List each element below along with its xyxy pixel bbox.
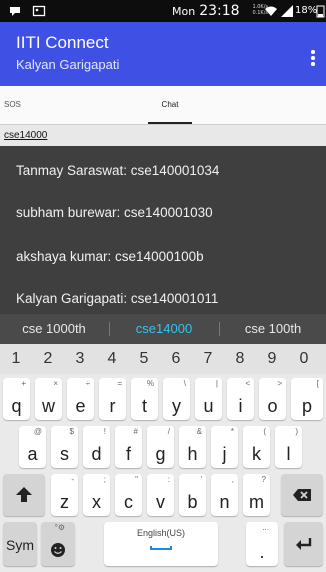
backspace-key[interactable]: [281, 474, 323, 516]
key-z[interactable]: -z: [51, 474, 78, 516]
tab-sos[interactable]: SOS: [0, 86, 30, 124]
key-a[interactable]: @ a: [19, 426, 46, 468]
message-item: Kalyan Garigapati: cse140001011: [16, 291, 219, 306]
tab-bar: SOS Chat: [0, 86, 326, 124]
key-h[interactable]: & h: [179, 426, 206, 468]
key-7[interactable]: 7: [192, 344, 224, 374]
overflow-menu-icon[interactable]: [308, 50, 318, 70]
language-label: English(US): [136, 528, 185, 538]
key-m[interactable]: ? m: [243, 474, 270, 516]
suggestion-bar: cse 1000th cse14000 cse 100th: [0, 314, 326, 344]
suggestion-item[interactable]: cse 100th: [220, 314, 326, 344]
key-t[interactable]: % t: [131, 378, 158, 420]
emoji-icon: [51, 543, 65, 557]
message-item: subham burewar: cse140001030: [16, 205, 213, 220]
key-j[interactable]: * j: [211, 426, 238, 468]
backspace-icon: [293, 489, 311, 501]
battery-percent: 18%: [295, 5, 318, 16]
key-r[interactable]: = r: [99, 378, 126, 420]
shift-icon: [16, 487, 32, 502]
key-b[interactable]: ' b: [179, 474, 206, 516]
tab-chat[interactable]: Chat: [120, 86, 220, 124]
key-e[interactable]: ÷ e: [67, 378, 94, 420]
suggestion-item[interactable]: cse 1000th: [0, 314, 108, 344]
app-title: IITI Connect: [16, 33, 109, 52]
wifi-icon: [265, 6, 277, 16]
key-8[interactable]: 8: [224, 344, 256, 374]
key-o[interactable]: > o: [259, 378, 286, 420]
key-n[interactable]: ,n: [211, 474, 238, 516]
message-item: akshaya kumar: cse14000100b: [16, 249, 204, 264]
key-4[interactable]: 4: [96, 344, 128, 374]
key-c[interactable]: " c: [115, 474, 142, 516]
key-2[interactable]: 2: [32, 344, 64, 374]
key-k[interactable]: (k: [243, 426, 270, 468]
key-1[interactable]: 1: [0, 344, 32, 374]
key-w[interactable]: × w: [35, 378, 62, 420]
message-list: Tanmay Saraswat: cse140001034 subham bur…: [0, 146, 326, 314]
key-s[interactable]: $ s: [51, 426, 78, 468]
status-day: Mon: [172, 5, 196, 18]
period-key[interactable]: ... .: [246, 522, 278, 566]
key-f[interactable]: # f: [115, 426, 142, 468]
key-u[interactable]: | u: [195, 378, 222, 420]
emoji-key[interactable]: °⚙: [41, 522, 75, 566]
key-d[interactable]: ! d: [83, 426, 110, 468]
enter-key[interactable]: [284, 522, 323, 566]
key-6[interactable]: 6: [160, 344, 192, 374]
mic-settings-hint: °⚙: [54, 523, 65, 532]
app-subtitle: Kalyan Garigapati: [16, 57, 120, 72]
group-header: cse14000: [0, 124, 326, 146]
status-bar: Mon 23:18 1.0K/s 0.1K/s 18%: [0, 0, 326, 22]
battery-icon: [316, 5, 325, 18]
keyboard: cse 1000th cse14000 cse 100th 1 2 3 4 5 …: [0, 314, 326, 572]
key-3[interactable]: 3: [64, 344, 96, 374]
message-item: Tanmay Saraswat: cse140001034: [16, 163, 220, 178]
enter-icon: [296, 538, 312, 550]
key-l[interactable]: ) l: [275, 426, 302, 468]
chat-bubble-icon: [10, 7, 20, 16]
suggestion-item-selected[interactable]: cse14000: [110, 314, 218, 344]
key-g[interactable]: / g: [147, 426, 174, 468]
image-icon: [32, 5, 46, 17]
key-p[interactable]: [p: [291, 378, 323, 420]
app-bar: IITI Connect Kalyan Garigapati: [0, 22, 326, 86]
key-5[interactable]: 5: [128, 344, 160, 374]
status-time: Mon 23:18: [172, 2, 240, 21]
sym-key[interactable]: Sym: [3, 522, 37, 566]
key-y[interactable]: \ y: [163, 378, 190, 420]
key-q[interactable]: + q: [3, 378, 30, 420]
number-row: 1 2 3 4 5 6 7 8 9 0: [0, 344, 326, 374]
key-i[interactable]: < i: [227, 378, 254, 420]
shift-key[interactable]: [3, 474, 45, 516]
key-v[interactable]: :v: [147, 474, 174, 516]
status-clock: 23:18: [199, 3, 240, 19]
space-icon: [150, 546, 172, 550]
key-x[interactable]: ; x: [83, 474, 110, 516]
space-key[interactable]: English(US): [104, 522, 218, 566]
group-name-link[interactable]: cse14000: [4, 129, 47, 143]
key-0[interactable]: 0: [288, 344, 320, 374]
key-9[interactable]: 9: [256, 344, 288, 374]
signal-icon: [281, 5, 293, 17]
